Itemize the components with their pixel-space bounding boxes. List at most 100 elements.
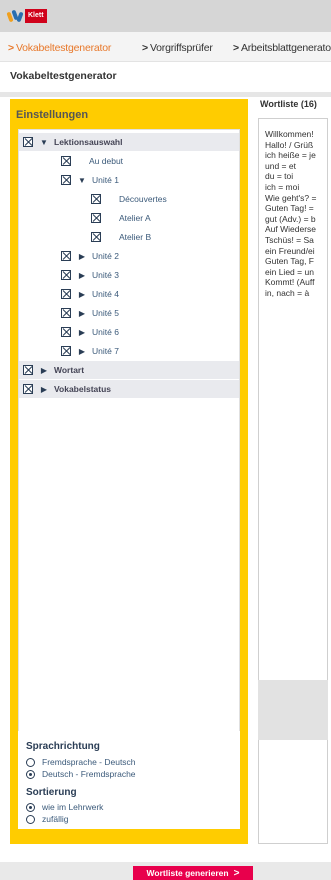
chevron-right-icon: > (233, 42, 239, 54)
tree-item-label: Découvertes (119, 194, 167, 204)
tree-item-unite-7[interactable]: ▶ Unité 7 (19, 342, 239, 360)
checkbox[interactable] (61, 175, 71, 185)
tree-item-label: Unité 5 (92, 308, 119, 318)
triangle-right-icon[interactable]: ▶ (78, 347, 86, 356)
tree-item-atelier-b[interactable]: Atelier B (19, 228, 239, 246)
tree-item-atelier-a[interactable]: Atelier A (19, 209, 239, 227)
wortliste-line: ein Freund/ei (265, 245, 315, 256)
nav-label: Vokabeltestgenerator (15, 42, 112, 54)
checkbox[interactable] (61, 156, 71, 166)
chevron-right-icon: > (8, 42, 14, 54)
checkbox[interactable] (91, 194, 101, 204)
tree-item-label: Unité 2 (92, 251, 119, 261)
triangle-down-icon[interactable]: ▼ (40, 138, 48, 147)
radio-label: zufällig (42, 814, 69, 824)
divider (0, 92, 331, 97)
checkbox[interactable] (23, 137, 33, 147)
nav-vokabeltestgenerator[interactable]: > Vokabeltestgenerator (8, 42, 111, 54)
checkbox[interactable] (61, 251, 71, 261)
checkbox[interactable] (91, 213, 101, 223)
tree-item-unite-4[interactable]: ▶ Unité 4 (19, 285, 239, 303)
radio-label: Fremdsprache - Deutsch (42, 757, 136, 767)
tree-item-label: Atelier A (119, 213, 151, 223)
radio-deutsch-fremdsprache[interactable]: Deutsch - Fremdsprache (26, 769, 136, 779)
triangle-right-icon[interactable]: ▶ (78, 290, 86, 299)
checkbox[interactable] (61, 308, 71, 318)
radio-button[interactable] (26, 757, 35, 767)
generate-button-label: Wortliste generieren (146, 868, 229, 878)
wortliste-line: ein Lied = un (265, 266, 314, 277)
tree-item-label: Unité 3 (92, 270, 119, 280)
sortierung-heading: Sortierung (26, 787, 77, 798)
checkbox[interactable] (91, 232, 101, 242)
radio-zufaellig[interactable]: zufällig (26, 814, 68, 824)
triangle-right-icon[interactable]: ▶ (78, 328, 86, 337)
tree-item-unite-1[interactable]: ▼ Unité 1 (19, 171, 239, 189)
klett-logo-icon (6, 9, 24, 23)
tree-item-unite-6[interactable]: ▶ Unité 6 (19, 323, 239, 341)
settings-panel: Einstellungen ▼ Lektionsauswahl Au debut… (10, 99, 248, 844)
tree-item-label: Au debut (89, 156, 124, 166)
settings-header: Einstellungen (16, 109, 89, 121)
radio-label: Deutsch - Fremdsprache (42, 769, 136, 779)
triangle-down-icon[interactable]: ▼ (78, 176, 86, 185)
checkbox[interactable] (61, 289, 71, 299)
tree-item-label: Unité 7 (92, 346, 119, 356)
tree-item-vokabelstatus[interactable]: ▶ Vokabelstatus (19, 380, 239, 398)
klett-logo[interactable]: Klett (6, 8, 47, 24)
sprachrichtung-heading: Sprachrichtung (26, 741, 100, 752)
main-nav: > Vokabeltestgenerator > Vorgriffsprüfer >… (0, 32, 331, 62)
tree-item-unite-3[interactable]: ▶ Unité 3 (19, 266, 239, 284)
tree-item-unite-2[interactable]: ▶ Unité 2 (19, 247, 239, 265)
tree-item-decouvertes[interactable]: Découvertes (19, 190, 239, 208)
radio-button[interactable] (26, 802, 35, 812)
triangle-right-icon[interactable]: ▶ (78, 271, 86, 280)
lesson-tree: ▼ Lektionsauswahl Au debut ▼ Unité 1 Déc… (18, 129, 240, 827)
tree-item-lektionsauswahl[interactable]: ▼ Lektionsauswahl (19, 133, 239, 151)
nav-label: Arbeitsblattgenerator (240, 42, 331, 54)
checkbox[interactable] (23, 365, 33, 375)
checkbox[interactable] (61, 270, 71, 280)
wortliste-line: Willkommen! (265, 129, 314, 139)
wortliste-line: Auf Wiederse (265, 224, 317, 235)
tree-item-label: Unité 4 (92, 289, 119, 299)
radio-fremdsprache-deutsch[interactable]: Fremdsprache - Deutsch (26, 757, 136, 767)
wortliste-line: ich heiße = je (265, 150, 316, 161)
tree-item-label: Wortart (54, 365, 85, 375)
tree-item-unite-5[interactable]: ▶ Unité 5 (19, 304, 239, 322)
chevron-right-icon: > (233, 867, 240, 879)
checkbox[interactable] (61, 346, 71, 356)
nav-vorgriffspruefer[interactable]: > Vorgriffsprüfer (142, 42, 213, 54)
radio-button[interactable] (26, 769, 35, 779)
wortliste-text: Willkommen! Hallo! / Grüß ich heiße = je un… (265, 129, 327, 299)
chevron-right-icon: > (142, 42, 148, 54)
wortliste-line: Wie geht's? = (265, 192, 317, 203)
top-bar: Klett (0, 0, 331, 32)
nav-label: Vorgriffsprüfer (149, 42, 213, 54)
wortliste-line: gut (Adv.) = b (265, 213, 316, 224)
wortliste-line: Hallo! / Grüß (265, 139, 314, 150)
radio-wie-im-lehrwerk[interactable]: wie im Lehrwerk (26, 802, 103, 812)
triangle-right-icon[interactable]: ▶ (40, 385, 48, 394)
tree-item-label: Atelier B (119, 232, 152, 242)
tree-item-wortart[interactable]: ▶ Wortart (19, 361, 239, 379)
radio-label: wie im Lehrwerk (42, 802, 104, 812)
triangle-right-icon[interactable]: ▶ (78, 252, 86, 261)
radio-button[interactable] (26, 814, 35, 824)
wortliste-title: Wortliste (16) (260, 99, 317, 109)
tree-item-au-debut[interactable]: Au debut (19, 152, 239, 170)
wortliste-line: Guten Tag, F (265, 256, 314, 267)
triangle-right-icon[interactable]: ▶ (78, 309, 86, 318)
wortliste-line: in, nach = à (265, 287, 310, 298)
triangle-right-icon[interactable]: ▶ (40, 366, 48, 375)
wortliste-line: ich = moi (265, 181, 300, 192)
page-title: Vokabeltestgenerator (10, 70, 117, 82)
checkbox[interactable] (61, 327, 71, 337)
wortliste-shade (258, 680, 328, 740)
tree-item-label: Vokabelstatus (54, 384, 112, 394)
generate-wortliste-button[interactable]: Wortliste generieren > (133, 866, 253, 880)
nav-arbeitsblattgenerator[interactable]: > Arbeitsblattgenerator (233, 42, 331, 54)
checkbox[interactable] (23, 384, 33, 394)
logo-text: Klett (25, 9, 47, 23)
wortliste-line: Kommt! (Auff (265, 277, 315, 288)
